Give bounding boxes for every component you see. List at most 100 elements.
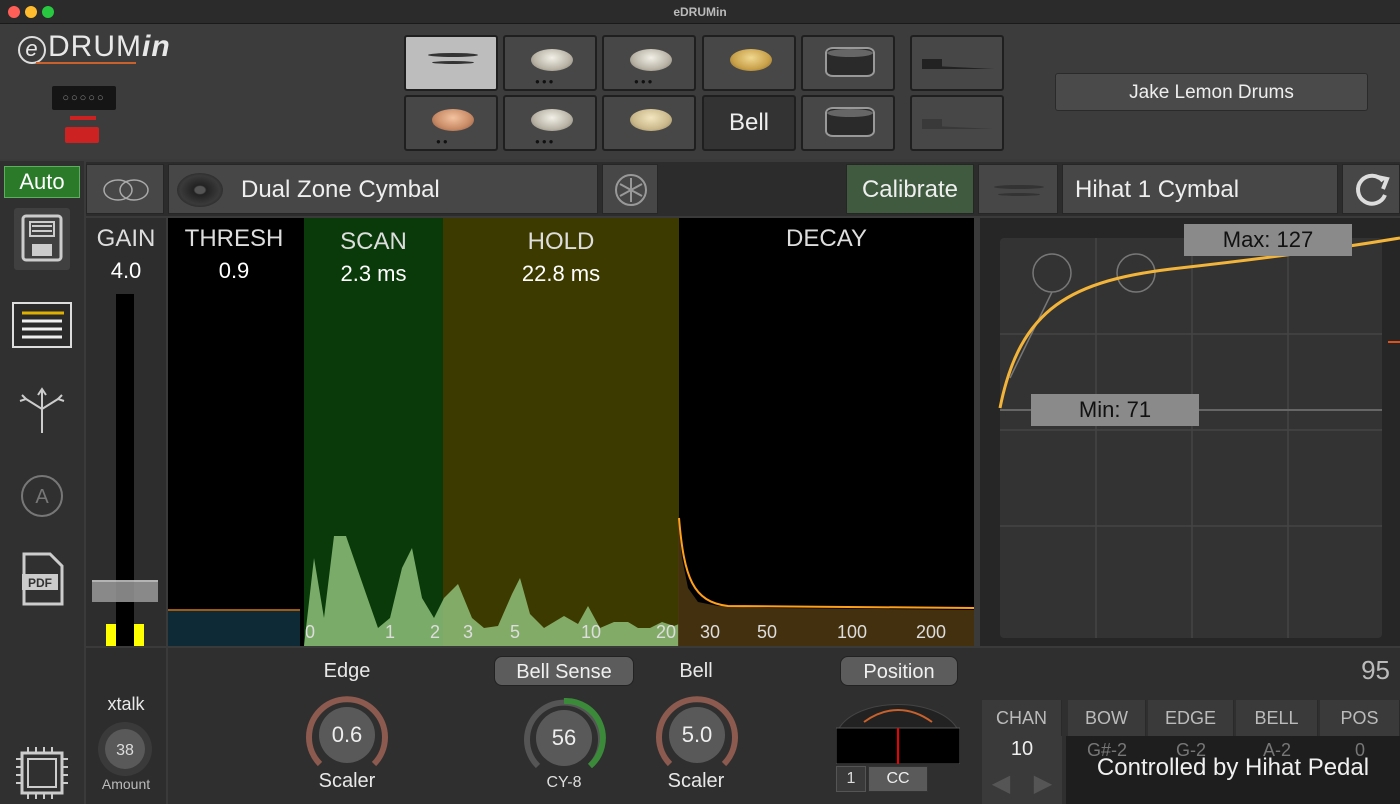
svg-text:A: A — [35, 486, 49, 508]
gain-label: GAIN — [96, 225, 156, 252]
pdf-manual-button[interactable]: PDF — [18, 550, 66, 608]
calibrate-button[interactable]: Calibrate — [846, 164, 974, 214]
hardware-button[interactable] — [14, 745, 70, 801]
midi-channel-value[interactable]: 10 — [982, 738, 1062, 761]
circle-a-icon: A — [21, 475, 63, 517]
channel-right-arrow-icon[interactable]: ▶ — [1028, 770, 1058, 798]
bell-sense-knob[interactable]: 56 — [522, 696, 606, 780]
level-meter-right — [134, 624, 144, 646]
hihat-icon — [994, 185, 1044, 196]
pad-snare-button[interactable] — [801, 35, 895, 91]
list-icon — [22, 311, 64, 339]
pad-pedal-button[interactable] — [910, 35, 1004, 91]
tick-3: 3 — [463, 622, 473, 642]
edge-label: Edge — [323, 660, 371, 682]
routing-button[interactable] — [14, 385, 70, 435]
hold-value[interactable]: 22.8 ms — [443, 261, 679, 287]
cymbal-icon — [630, 49, 672, 71]
tick-50: 50 — [757, 622, 777, 642]
drum-icon — [825, 47, 875, 77]
midi-header-bell: BELL — [1236, 700, 1318, 736]
position-button[interactable]: Position — [840, 656, 958, 686]
velocity-curve-graph — [998, 236, 1400, 638]
window-title: eDRUMin — [673, 5, 727, 19]
gain-slider-thumb[interactable] — [92, 580, 158, 602]
drum-icon — [825, 107, 875, 137]
midi-header-bow: BOW — [1068, 700, 1146, 736]
thresh-label: THRESH — [184, 225, 284, 252]
cymbal-icon — [531, 49, 573, 71]
app-logo: e DRUMin — [18, 30, 171, 64]
routing-arrows-icon — [19, 387, 65, 433]
chip-icon — [16, 747, 68, 799]
bell-knob[interactable]: 5.0 — [654, 692, 740, 778]
kit-name-button[interactable]: Jake Lemon Drums — [1055, 73, 1368, 111]
svg-text:56: 56 — [552, 725, 576, 750]
tick-100: 100 — [837, 622, 867, 642]
pad-cymbal-5-button[interactable] — [602, 95, 696, 151]
svg-text:5.0: 5.0 — [682, 722, 713, 747]
pad-cymbal-3-button[interactable] — [702, 35, 796, 91]
position-channel-button[interactable]: 1 — [836, 766, 866, 792]
pedal-icon — [922, 59, 996, 69]
hold-label: HOLD — [527, 228, 595, 255]
channel-left-arrow-icon[interactable]: ◀ — [986, 770, 1016, 798]
instrument-selector[interactable]: Hihat 1 Cymbal — [1062, 164, 1338, 214]
tick-1: 1 — [385, 622, 395, 642]
midi-connector-stem — [70, 116, 96, 120]
thresh-value[interactable]: 0.9 — [168, 258, 300, 284]
edge-sub-label: Scaler — [318, 770, 376, 792]
link-pads-button[interactable] — [86, 164, 164, 214]
tick-5: 5 — [510, 622, 520, 642]
cc-button[interactable]: CC — [868, 766, 928, 792]
cymbal-icon — [531, 109, 573, 131]
bell-sense-button[interactable]: Bell Sense — [494, 656, 634, 686]
pad-cymbal-4-button[interactable]: ●●● — [503, 95, 597, 151]
pad-cymbal-2-button[interactable]: ●●● — [602, 35, 696, 91]
reset-button[interactable] — [1342, 164, 1400, 214]
pdf-icon: PDF — [22, 552, 64, 606]
tick-20: 20 — [656, 622, 676, 642]
list-view-button[interactable] — [12, 302, 72, 348]
yamaha-button[interactable] — [602, 164, 658, 214]
linked-circles-icon — [103, 179, 149, 201]
max-velocity-handle[interactable]: Max: 127 — [1184, 224, 1352, 256]
cymbal-pad-icon — [177, 173, 223, 207]
edge-knob[interactable]: 0.6 — [304, 692, 390, 778]
controlled-by-overlay: Controlled by Hihat Pedal — [1096, 754, 1370, 781]
xtalk-label: xtalk — [107, 694, 145, 714]
midi-header-pos: POS — [1320, 700, 1400, 736]
pad-cymbal-copper-button[interactable]: ●● — [404, 95, 498, 151]
xtalk-sub-label: Amount — [101, 776, 151, 792]
auto-assign-button[interactable]: A — [18, 472, 66, 520]
tick-0: 0 — [305, 622, 315, 642]
cymbal-copper-icon — [432, 109, 474, 131]
pedal-icon — [922, 119, 996, 129]
bell-label: Bell — [679, 660, 713, 682]
bell-sub-label: Scaler — [667, 770, 725, 792]
auto-button[interactable]: Auto — [4, 166, 80, 198]
velocity-readout: 95 — [1361, 655, 1390, 685]
tick-2: 2 — [430, 622, 440, 642]
decay-label: DECAY — [786, 225, 867, 252]
svg-text:PDF: PDF — [28, 576, 52, 590]
save-button[interactable] — [14, 208, 70, 270]
scan-value[interactable]: 2.3 ms — [304, 261, 443, 287]
pad-bell-button[interactable]: Bell — [702, 95, 796, 151]
gain-value: 4.0 — [110, 258, 142, 283]
min-velocity-handle[interactable]: Min: 71 — [1031, 394, 1199, 426]
tick-30: 30 — [700, 622, 720, 642]
pad-cymbal-1-button[interactable]: ●●● — [503, 35, 597, 91]
pad-tom-button[interactable] — [801, 95, 895, 151]
logo-underline — [36, 62, 136, 64]
xtalk-knob[interactable]: 38 — [96, 720, 154, 778]
level-meter-left — [106, 624, 116, 646]
pad-pedal-2-button[interactable] — [910, 95, 1004, 151]
pad-type-selector[interactable]: Dual Zone Cymbal — [168, 164, 598, 214]
midi-connector-icon — [65, 127, 99, 143]
bell-sense-model: CY-8 — [546, 774, 582, 791]
velocity-curve-panel — [980, 218, 1400, 646]
pad-hihat-button[interactable] — [404, 35, 498, 91]
instrument-icon-button[interactable] — [978, 164, 1058, 214]
svg-text:38: 38 — [116, 742, 134, 759]
